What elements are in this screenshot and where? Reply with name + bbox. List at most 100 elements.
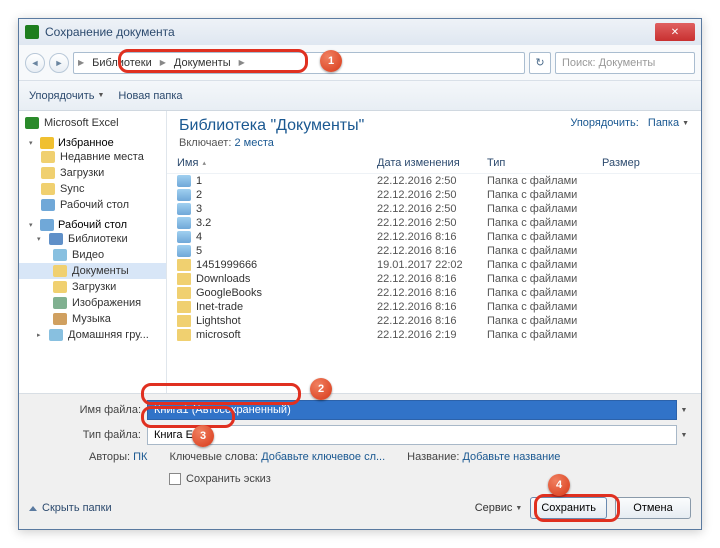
folder-icon bbox=[177, 259, 191, 271]
sidebar-label: Недавние места bbox=[60, 151, 144, 163]
star-icon bbox=[40, 137, 54, 149]
meta-row: Авторы: ПК Ключевые слова: Добавьте ключ… bbox=[29, 451, 691, 463]
col-type[interactable]: Тип bbox=[487, 157, 602, 169]
crumb-libraries[interactable]: Библиотеки bbox=[87, 55, 157, 71]
new-folder-button[interactable]: Новая папка bbox=[118, 90, 182, 102]
documents-icon bbox=[53, 265, 67, 277]
filetype-dropdown[interactable]: ▼ bbox=[677, 432, 691, 439]
hide-folders-button[interactable]: Скрыть папки bbox=[29, 502, 112, 514]
music-icon bbox=[53, 313, 67, 325]
sort-by-menu[interactable]: Упорядочить: Папка▼ bbox=[570, 117, 689, 129]
library-subtitle: Включает: 2 места bbox=[179, 137, 364, 149]
database-icon bbox=[177, 189, 191, 201]
breadcrumb[interactable]: ▶ Библиотеки ▶ Документы ▶ bbox=[73, 52, 525, 74]
sidebar-item-recent[interactable]: Недавние места bbox=[19, 149, 166, 165]
file-row[interactable]: Lightshot22.12.2016 8:16Папка с файлами bbox=[167, 314, 701, 328]
file-row[interactable]: 422.12.2016 8:16Папка с файлами bbox=[167, 230, 701, 244]
file-row[interactable]: GoogleBooks22.12.2016 8:16Папка с файлам… bbox=[167, 286, 701, 300]
file-row[interactable]: 1451999666 19.01.2017 22:02Папка с файлам… bbox=[167, 258, 701, 272]
folder-icon bbox=[177, 273, 191, 285]
sidebar-label: Документы bbox=[72, 265, 129, 277]
forward-button[interactable]: ► bbox=[49, 53, 69, 73]
file-type: Папка с файлами bbox=[487, 259, 602, 271]
filetype-label: Тип файла: bbox=[29, 429, 147, 441]
sidebar-label: Избранное bbox=[58, 137, 114, 149]
file-type: Папка с файлами bbox=[487, 329, 602, 341]
col-name[interactable]: Имя▴ bbox=[177, 157, 377, 169]
folder-icon bbox=[53, 281, 67, 293]
close-button[interactable]: ✕ bbox=[655, 23, 695, 41]
chevron-down-icon: ▼ bbox=[682, 120, 689, 127]
sidebar-item-downloads2[interactable]: Загрузки bbox=[19, 279, 166, 295]
locations-link[interactable]: 2 места bbox=[234, 137, 273, 149]
sidebar-item-documents[interactable]: Документы bbox=[19, 263, 166, 279]
service-menu[interactable]: Сервис▼ bbox=[475, 502, 523, 514]
library-icon bbox=[49, 233, 63, 245]
file-row[interactable]: Inet-trade22.12.2016 8:16Папка с файлами bbox=[167, 300, 701, 314]
main-pane: Библиотека "Документы" Включает: 2 места… bbox=[167, 111, 701, 393]
file-row[interactable]: 3.222.12.2016 2:50Папка с файлами bbox=[167, 216, 701, 230]
refresh-button[interactable]: ↻ bbox=[529, 52, 551, 74]
organize-menu[interactable]: Упорядочить ▼ bbox=[29, 90, 104, 102]
file-name: 3 bbox=[196, 203, 202, 215]
thumbnail-checkbox[interactable] bbox=[169, 473, 181, 485]
sidebar-label: Музыка bbox=[72, 313, 111, 325]
homegroup-icon bbox=[49, 329, 63, 341]
sidebar-label: Sync bbox=[60, 183, 84, 195]
col-date[interactable]: Дата изменения bbox=[377, 157, 487, 169]
folder-icon bbox=[177, 301, 191, 313]
col-size[interactable]: Размер bbox=[602, 157, 689, 169]
chevron-up-icon bbox=[29, 506, 37, 511]
file-date: 19.01.2017 22:02 bbox=[377, 259, 487, 271]
file-row[interactable]: 222.12.2016 2:50Папка с файлами bbox=[167, 188, 701, 202]
authors-label: Авторы: bbox=[89, 451, 130, 463]
thumbnail-row: Сохранить эскиз bbox=[29, 473, 691, 485]
sidebar-item-downloads[interactable]: Загрузки bbox=[19, 165, 166, 181]
title-meta-value[interactable]: Добавьте название bbox=[462, 451, 560, 463]
file-date: 22.12.2016 2:50 bbox=[377, 203, 487, 215]
file-name: microsoft bbox=[196, 329, 241, 341]
file-type: Папка с файлами bbox=[487, 231, 602, 243]
filetype-input[interactable]: Книга Excel bbox=[147, 425, 677, 445]
pictures-icon bbox=[53, 297, 67, 309]
back-button[interactable]: ◄ bbox=[25, 53, 45, 73]
authors-value[interactable]: ПК bbox=[133, 451, 147, 463]
sidebar-item-desktop-fav[interactable]: Рабочий стол bbox=[19, 197, 166, 213]
file-type: Папка с файлами bbox=[487, 245, 602, 257]
sidebar-item-video[interactable]: Видео bbox=[19, 247, 166, 263]
sidebar-group-desktop[interactable]: ▾Рабочий стол bbox=[19, 219, 166, 231]
filename-dropdown[interactable]: ▼ bbox=[677, 407, 691, 414]
sidebar-group-favorites[interactable]: ▾Избранное bbox=[19, 137, 166, 149]
folder-icon bbox=[177, 329, 191, 341]
keywords-value[interactable]: Добавьте ключевое сл... bbox=[261, 451, 385, 463]
sidebar-label: Microsoft Excel bbox=[44, 117, 119, 129]
excel-icon bbox=[25, 117, 39, 129]
filename-label: Имя файла: bbox=[29, 404, 147, 416]
save-button[interactable]: Сохранить bbox=[530, 497, 607, 519]
filename-input[interactable]: Книга1 (Автосохраненный) bbox=[147, 400, 677, 420]
sidebar-item-sync[interactable]: Sync bbox=[19, 181, 166, 197]
sidebar-item-pictures[interactable]: Изображения bbox=[19, 295, 166, 311]
thumbnail-label: Сохранить эскиз bbox=[186, 473, 271, 485]
sidebar-item-excel[interactable]: Microsoft Excel bbox=[19, 115, 166, 131]
crumb-documents[interactable]: Документы bbox=[169, 55, 236, 71]
title-meta-label: Название: bbox=[407, 451, 459, 463]
chevron-right-icon: ▶ bbox=[239, 58, 245, 67]
save-dialog: Сохранение документа ✕ ◄ ► ▶ Библиотеки … bbox=[18, 18, 702, 530]
sidebar-group-homegroup[interactable]: ▸Домашняя гру... bbox=[19, 327, 166, 343]
search-input[interactable]: Поиск: Документы bbox=[555, 52, 695, 74]
sidebar-group-libraries[interactable]: ▾Библиотеки bbox=[19, 231, 166, 247]
file-type: Папка с файлами bbox=[487, 189, 602, 201]
chevron-down-icon: ▾ bbox=[37, 235, 44, 243]
sidebar-label: Видео bbox=[72, 249, 104, 261]
file-row[interactable]: 122.12.2016 2:50Папка с файлами bbox=[167, 174, 701, 188]
sidebar-item-music[interactable]: Музыка bbox=[19, 311, 166, 327]
file-row[interactable]: Downloads22.12.2016 8:16Папка с файлами bbox=[167, 272, 701, 286]
file-name: 1451999666 bbox=[196, 259, 257, 271]
cancel-button[interactable]: Отмена bbox=[615, 497, 691, 519]
file-row[interactable]: 322.12.2016 2:50Папка с файлами bbox=[167, 202, 701, 216]
file-row[interactable]: microsoft22.12.2016 2:19Папка с файлами bbox=[167, 328, 701, 342]
chevron-right-icon: ▶ bbox=[78, 58, 84, 67]
body: Microsoft Excel ▾Избранное Недавние мест… bbox=[19, 111, 701, 393]
file-row[interactable]: 522.12.2016 8:16Папка с файлами bbox=[167, 244, 701, 258]
